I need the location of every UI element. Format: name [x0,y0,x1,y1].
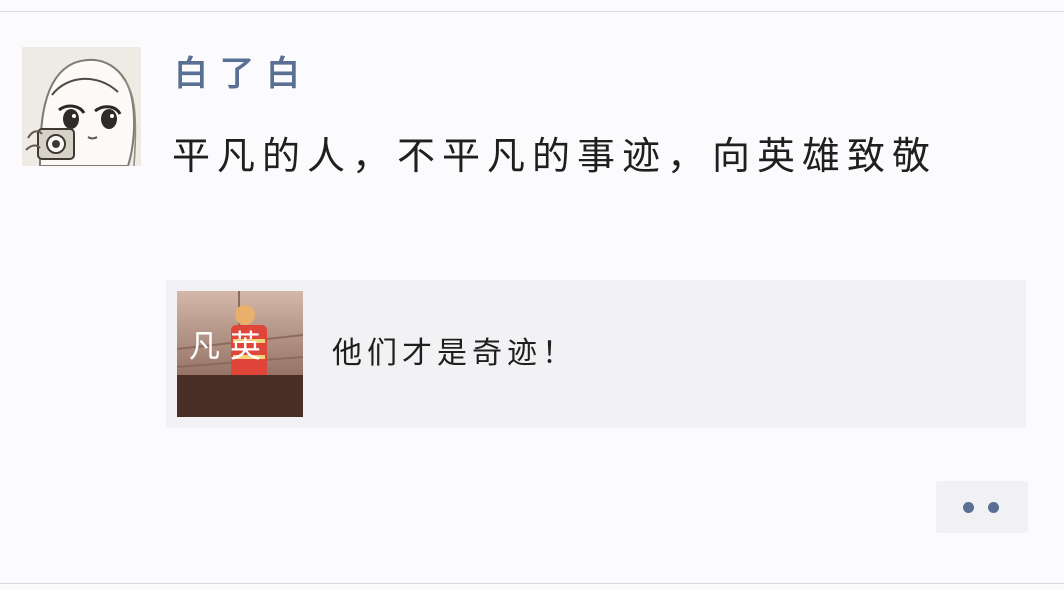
top-divider [0,11,1064,12]
thumbnail-caption: 凡 英 [189,329,261,365]
moments-post: 白了白 平凡的人，不平凡的事迹，向英雄致敬 凡 英 他们才是奇迹！ [0,0,1064,590]
link-thumbnail: 凡 英 [177,291,303,417]
avatar[interactable] [22,47,141,166]
post-text: 平凡的人，不平凡的事迹，向英雄致敬 [172,134,938,178]
more-actions-button[interactable] [936,481,1028,533]
bottom-divider [0,583,1064,584]
avatar-sketch-image [22,47,141,166]
shared-link-card[interactable]: 凡 英 他们才是奇迹！ [166,280,1026,428]
more-dots-icon [988,502,999,513]
username[interactable]: 白了白 [174,52,312,96]
link-title: 他们才是奇迹！ [332,336,577,371]
more-dots-icon [963,502,974,513]
worker-photo-image: 凡 英 [177,291,303,417]
